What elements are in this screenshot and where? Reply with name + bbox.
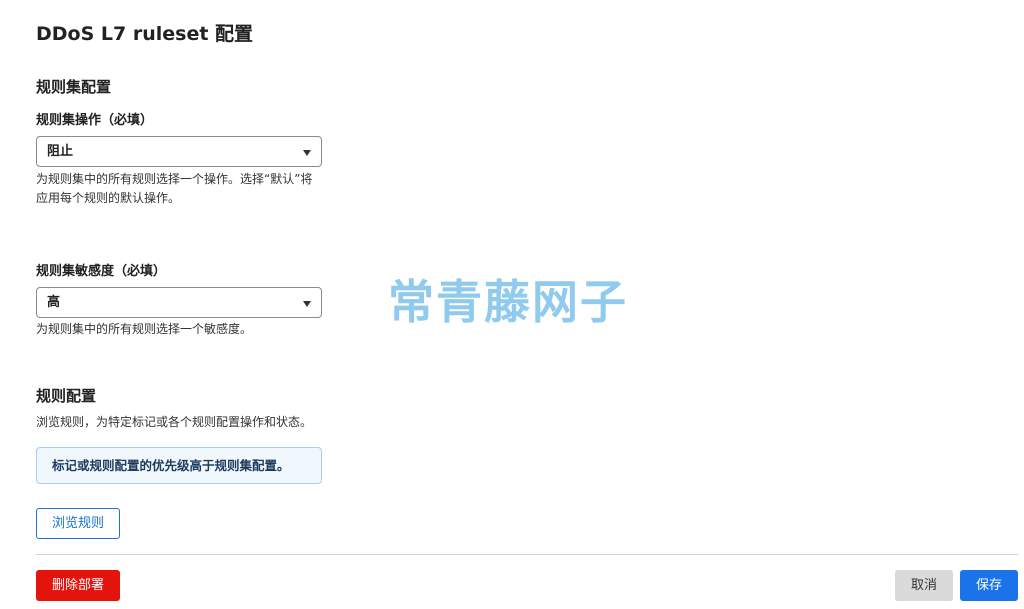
priority-info-text: 标记或规则配置的优先级高于规则集配置。 bbox=[52, 458, 290, 473]
ruleset-action-help: 为规则集中的所有规则选择一个操作。选择“默认”将应用每个规则的默认操作。 bbox=[36, 172, 313, 205]
ruleset-sensitivity-selected-value: 高 bbox=[47, 295, 61, 310]
ruleset-sensitivity-label: 规则集敏感度（必填） bbox=[36, 264, 167, 279]
ruleset-config-heading: 规则集配置 bbox=[36, 78, 112, 96]
priority-info-alert: 标记或规则配置的优先级高于规则集配置。 bbox=[36, 447, 322, 484]
rule-config-heading: 规则配置 bbox=[36, 387, 97, 405]
cancel-button[interactable]: 取消 bbox=[895, 570, 953, 601]
browse-rules-button[interactable]: 浏览规则 bbox=[36, 508, 120, 539]
delete-deployment-button[interactable]: 删除部署 bbox=[36, 570, 120, 601]
caret-down-icon bbox=[303, 301, 311, 307]
ruleset-config-page: DDoS L7 ruleset 配置 规则集配置 规则集操作（必填） 阻止 为规… bbox=[0, 0, 1024, 609]
ruleset-action-select[interactable]: 阻止 bbox=[36, 136, 322, 167]
ruleset-action-label: 规则集操作（必填） bbox=[36, 113, 154, 128]
ruleset-sensitivity-select[interactable]: 高 bbox=[36, 287, 322, 318]
ruleset-action-selected-value: 阻止 bbox=[47, 144, 74, 159]
page-title: DDoS L7 ruleset 配置 bbox=[36, 23, 254, 45]
caret-down-icon bbox=[303, 150, 311, 156]
save-button[interactable]: 保存 bbox=[960, 570, 1018, 601]
footer-divider bbox=[36, 554, 1018, 555]
rule-config-description: 浏览规则，为特定标记或各个规则配置操作和状态。 bbox=[36, 415, 313, 429]
watermark: 常青藤网子 bbox=[388, 275, 628, 329]
ruleset-sensitivity-help: 为规则集中的所有规则选择一个敏感度。 bbox=[36, 322, 253, 336]
